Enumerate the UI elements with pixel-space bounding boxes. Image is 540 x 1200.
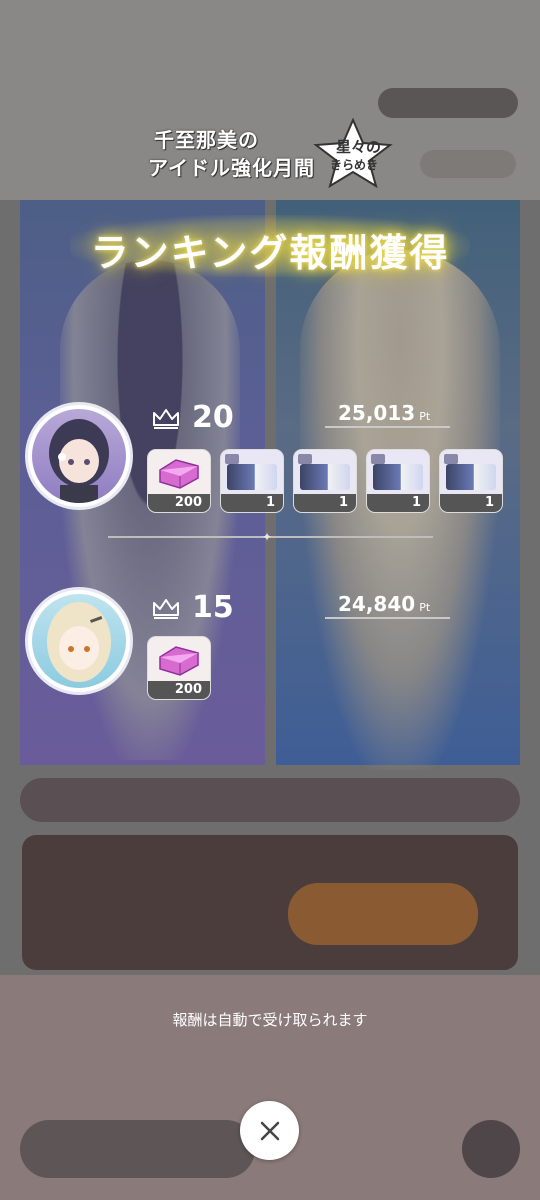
reward-count: 1 [367, 494, 429, 512]
event-logo: 千至那美の アイドル強化月間 星々の きらめき [144, 118, 394, 190]
event-logo-line1: 千至那美の [154, 128, 259, 152]
points-underline [325, 617, 450, 619]
reward-count: 1 [440, 494, 502, 512]
rank-number: 20 [192, 400, 234, 435]
rank-row-1: 20 [152, 400, 234, 435]
ticket-corner-icon [298, 454, 312, 464]
background-rank-strip [20, 778, 520, 822]
points-value: 24,840 [338, 592, 416, 616]
ticket-corner-icon [444, 454, 458, 464]
points-underline [325, 426, 450, 428]
ticket-icon [300, 464, 350, 490]
gem-icon [159, 459, 199, 489]
event-logo-line2: アイドル強化月間 [148, 156, 315, 180]
background-nav-bar [20, 1120, 255, 1178]
ticket-icon [446, 464, 496, 490]
reward-item-ticket: 1 [367, 450, 429, 512]
ticket-icon [227, 464, 277, 490]
event-logo-star-line2: きらめき [330, 158, 379, 172]
background-menu-button [462, 1120, 520, 1178]
reward-count: 200 [148, 681, 210, 699]
ticket-icon [373, 464, 423, 490]
idol-portrait-dark-hair [32, 409, 126, 503]
sparkle-icon: ✦ [262, 530, 273, 544]
reward-count: 1 [294, 494, 356, 512]
background-button [420, 150, 516, 178]
points-unit: Pt [419, 410, 431, 423]
crown-icon [153, 598, 179, 619]
page-title: ランキング報酬獲得 [90, 231, 450, 275]
reward-item-gem: 200 [148, 450, 210, 512]
close-icon [260, 1121, 279, 1140]
reward-item-ticket: 1 [221, 450, 283, 512]
crown-icon [153, 408, 179, 429]
ticket-corner-icon [225, 454, 239, 464]
rank-number: 15 [192, 590, 234, 625]
reward-count: 200 [148, 494, 210, 512]
idol-portrait-blonde-hair [32, 594, 126, 688]
points-unit: Pt [419, 601, 431, 614]
reward-item-ticket: 1 [294, 450, 356, 512]
ticket-corner-icon [371, 454, 385, 464]
avatar-idol-2 [28, 590, 130, 692]
close-button[interactable] [240, 1101, 299, 1160]
points-value: 25,013 [338, 401, 416, 425]
points-1: 25,013 Pt [338, 401, 430, 425]
background-status-pill [378, 88, 518, 118]
reward-item-ticket: 1 [440, 450, 502, 512]
reward-count: 1 [221, 494, 283, 512]
reward-item-gem: 200 [148, 637, 210, 699]
avatar-idol-1 [28, 405, 130, 507]
background-mission-box [22, 835, 518, 970]
event-logo-star-line1: 星々の [336, 138, 382, 156]
rank-row-2: 15 [152, 590, 234, 625]
gem-icon [159, 646, 199, 676]
auto-receive-note: 報酬は自動で受け取られます [172, 1011, 368, 1029]
points-2: 24,840 Pt [338, 592, 430, 616]
